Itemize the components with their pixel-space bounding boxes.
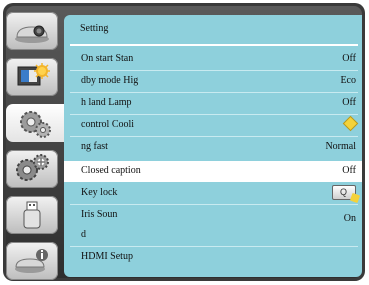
menu-row-standby-mode[interactable]: dby mode Hig Eco	[64, 71, 362, 91]
lamp-control-icon	[344, 117, 357, 130]
sidebar	[6, 12, 64, 280]
menu-row-label: Closed caption	[81, 165, 141, 176]
menu-row-value: On	[343, 213, 356, 224]
key-lock-glyph: Q	[340, 187, 348, 197]
menu-row-value: Off	[342, 165, 356, 176]
sidebar-item-setting[interactable]	[6, 104, 64, 142]
projector-icon	[15, 25, 49, 43]
menu-row-high-land[interactable]: h land Lamp Off	[64, 93, 362, 113]
menu-row-lamp-control[interactable]: control Cooli	[64, 115, 362, 135]
sidebar-item-image[interactable]	[6, 58, 58, 96]
menu-row-key-lock[interactable]: Key lock Q	[64, 183, 362, 204]
menu-row-closed-caption[interactable]: Closed caption Off	[64, 161, 362, 182]
sidebar-item-extended[interactable]	[6, 150, 58, 188]
sidebar-item-information[interactable]	[6, 242, 58, 280]
sidebar-item-memory[interactable]	[6, 196, 58, 234]
menu-row-label: d	[81, 229, 86, 240]
menu-row-hdmi-setup[interactable]: HDMI Setup	[64, 247, 362, 267]
menu-row-label: Iris Soun	[81, 209, 118, 220]
menu-row-value: Normal	[325, 141, 356, 152]
menu-row-label: ng fast	[81, 141, 108, 152]
menu-row-label: On start Stan	[81, 53, 134, 64]
menu-row-label: Key lock	[81, 187, 118, 198]
menu-row-label: dby mode Hig	[81, 75, 139, 86]
extended-gears-icon	[16, 154, 49, 181]
menu-row-label: h land Lamp	[81, 97, 132, 108]
menu-row-cooling-fast[interactable]: ng fast Normal	[64, 137, 362, 157]
menu-row-label: HDMI Setup	[81, 251, 133, 262]
sidebar-item-display[interactable]	[6, 12, 58, 50]
key-lock-badge-icon	[349, 192, 361, 204]
menu-row-on-start[interactable]: On start Stan Off	[64, 49, 362, 69]
info-icon	[15, 249, 48, 273]
setting-panel: Setting On start Stan Off dby mode Hig E…	[64, 15, 362, 277]
menu-row-label: control Cooli	[81, 119, 135, 130]
menu-row-value: Eco	[340, 75, 356, 86]
title-divider	[70, 44, 358, 46]
usb-memory-icon	[23, 201, 41, 229]
menu-row-iris-sound[interactable]: Iris Soun On	[64, 205, 362, 225]
menu-row-value: Off	[342, 53, 356, 64]
menu-row-value: Off	[342, 97, 356, 108]
menu-row-sound[interactable]: d	[64, 225, 362, 245]
image-adjust-icon	[17, 63, 50, 86]
panel-title: Setting	[80, 23, 109, 34]
key-lock-icon: Q	[332, 185, 361, 204]
setting-gears-icon	[20, 111, 51, 138]
